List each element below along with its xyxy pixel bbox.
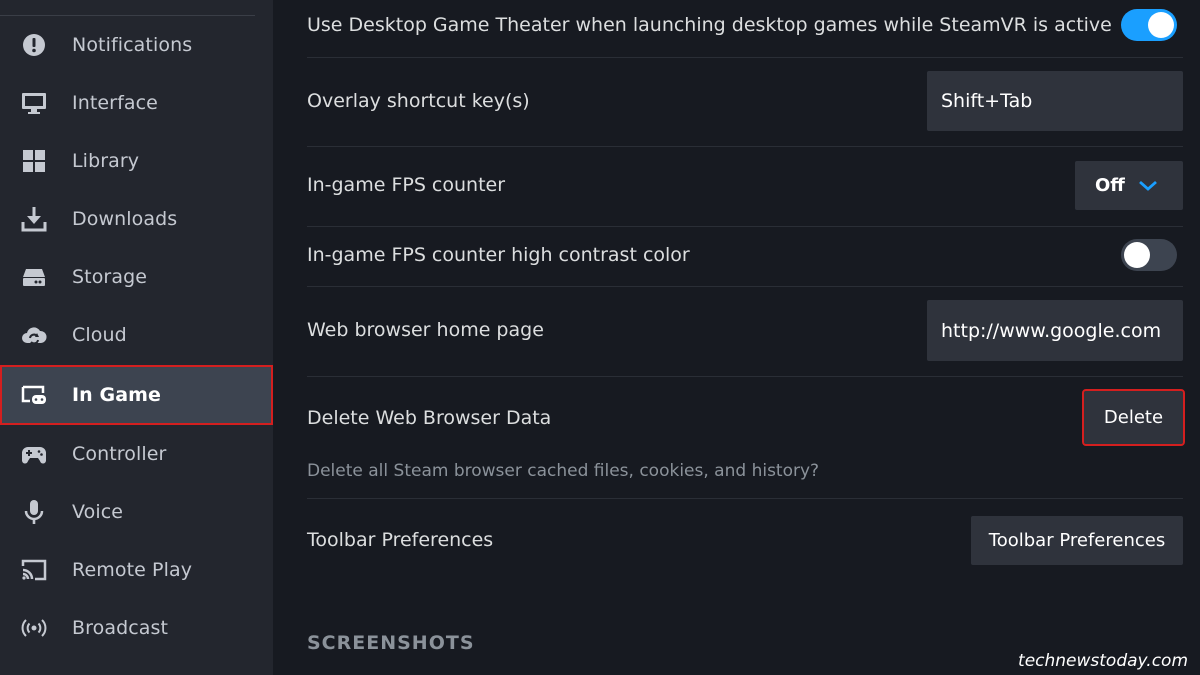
delete-button[interactable]: Delete [1082,389,1185,446]
broadcast-icon [20,614,48,642]
settings-panel: Use Desktop Game Theater when launching … [273,0,1200,675]
row-divider [307,498,1183,499]
delete-browser-data-description: Delete all Steam browser cached files, c… [307,461,820,481]
sidebar-item-label: Notifications [72,34,193,56]
sidebar-item-broadcast[interactable]: Broadcast [0,599,273,657]
delete-browser-data-label: Delete Web Browser Data [307,407,552,429]
notification-icon [20,31,48,59]
row-divider [307,146,1183,147]
sidebar-item-library[interactable]: Library [0,132,273,190]
sidebar-item-label: Voice [72,501,124,523]
toolbar-preferences-button[interactable]: Toolbar Preferences [971,516,1183,565]
sidebar-item-in-game[interactable]: In Game [0,365,273,425]
fps-counter-label: In-game FPS counter [307,174,506,196]
overlay-shortcut-input[interactable]: Shift+Tab [927,71,1183,131]
sidebar-item-label: Remote Play [72,559,193,581]
toggle-knob [1148,12,1174,38]
monitor-icon [20,89,48,117]
sidebar-item-downloads[interactable]: Downloads [0,190,273,248]
overlay-shortcut-label: Overlay shortcut key(s) [307,90,530,112]
toolbar-preferences-label: Toolbar Preferences [307,529,494,551]
sidebar-item-label: Library [72,150,140,172]
sidebar-item-label: Cloud [72,324,127,346]
drive-icon [20,263,48,291]
fps-counter-value: Off [1095,175,1125,196]
row-divider [307,286,1183,287]
fps-high-contrast-toggle[interactable] [1121,239,1177,271]
row-divider [307,376,1183,377]
sidebar-item-label: In Game [72,384,162,406]
sidebar-item-label: Downloads [72,208,178,230]
toggle-knob [1124,242,1150,268]
row-divider [307,226,1183,227]
watermark: technewstoday.com [1018,651,1188,671]
sidebar-item-label: Interface [72,92,158,114]
home-page-label: Web browser home page [307,319,544,341]
cast-icon [20,556,48,584]
desktop-theater-toggle[interactable] [1121,9,1177,41]
sidebar-item-cloud[interactable]: Cloud [0,306,273,364]
grid-icon [20,147,48,175]
sidebar-item-storage[interactable]: Storage [0,248,273,306]
microphone-icon [20,498,48,526]
sidebar-item-interface[interactable]: Interface [0,74,273,132]
sidebar-item-label: Storage [72,266,148,288]
row-divider [307,57,1183,58]
download-icon [20,205,48,233]
sidebar-item-notifications[interactable]: Notifications [0,16,273,74]
fps-high-contrast-label: In-game FPS counter high contrast color [307,244,690,266]
cloud-icon [20,321,48,349]
chevron-down-icon [1139,180,1157,191]
fps-counter-dropdown[interactable]: Off [1075,161,1183,210]
home-page-input[interactable]: http://www.google.com [927,300,1183,361]
settings-sidebar: Notifications Interface Library Download… [0,0,273,675]
sidebar-item-voice[interactable]: Voice [0,483,273,541]
sidebar-item-controller[interactable]: Controller [0,425,273,483]
sidebar-item-label: Broadcast [72,617,169,639]
sidebar-item-remote-play[interactable]: Remote Play [0,541,273,599]
sidebar-item-label: Controller [72,443,167,465]
gamepad-icon [20,440,48,468]
desktop-theater-label: Use Desktop Game Theater when launching … [307,14,1112,36]
screenshots-section-header: SCREENSHOTS [307,632,475,654]
ingame-icon [20,381,48,409]
